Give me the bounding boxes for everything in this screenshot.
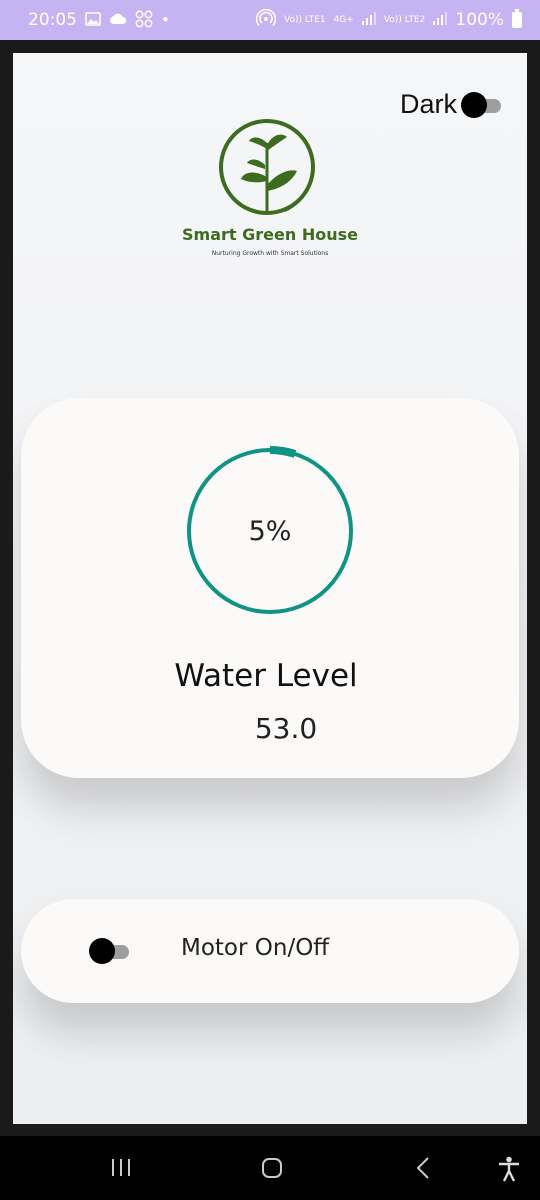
app-screen: Dark Smart Green House Nurturing Growth … (13, 53, 527, 1124)
motor-card: Motor On/Off (21, 899, 519, 1003)
cloud-icon (109, 13, 127, 28)
status-right: Vo)) LTE1 4G+ Vo)) LTE2 100% (255, 8, 522, 32)
motor-switch[interactable] (89, 937, 133, 965)
switch-thumb[interactable] (89, 938, 115, 964)
network-type-label: 4G+ (333, 14, 354, 25)
signal-icon (433, 10, 448, 30)
dot-icon: • (161, 10, 170, 29)
plant-logo-icon (219, 119, 315, 215)
brand-tagline: Nurturing Growth with Smart Solutions (211, 250, 329, 257)
home-icon[interactable] (260, 1156, 284, 1185)
status-bar: 20:05 • Vo)) LTE1 4G+ Vo)) LTE2 100% (0, 0, 540, 40)
app-logo: Smart Green House Nurturing Growth with … (13, 115, 527, 257)
sim1-label: Vo)) LTE1 (284, 14, 326, 25)
water-level-percent: 5% (248, 515, 292, 547)
navigation-bar (0, 1136, 540, 1200)
gallery-icon (85, 11, 101, 29)
switch-thumb[interactable] (461, 91, 487, 118)
recents-icon[interactable] (110, 1156, 132, 1183)
accessibility-icon[interactable] (497, 1156, 521, 1187)
status-left: 20:05 • (28, 10, 170, 31)
sim2-label: Vo)) LTE2 (383, 14, 426, 25)
water-level-title: Water Level (174, 658, 358, 694)
battery-icon (512, 9, 522, 28)
app-grid-icon (135, 10, 153, 31)
motor-label: Motor On/Off (181, 935, 330, 961)
water-level-card: 5% Water Level 53.0 (21, 398, 519, 778)
hotspot-icon (255, 8, 277, 32)
water-level-reading: 53.0 (254, 712, 318, 745)
signal-icon (361, 10, 376, 30)
back-icon[interactable] (414, 1156, 434, 1185)
battery-percent: 100% (455, 10, 504, 30)
status-time: 20:05 (28, 10, 77, 30)
brand-name: Smart Green House (182, 225, 358, 244)
